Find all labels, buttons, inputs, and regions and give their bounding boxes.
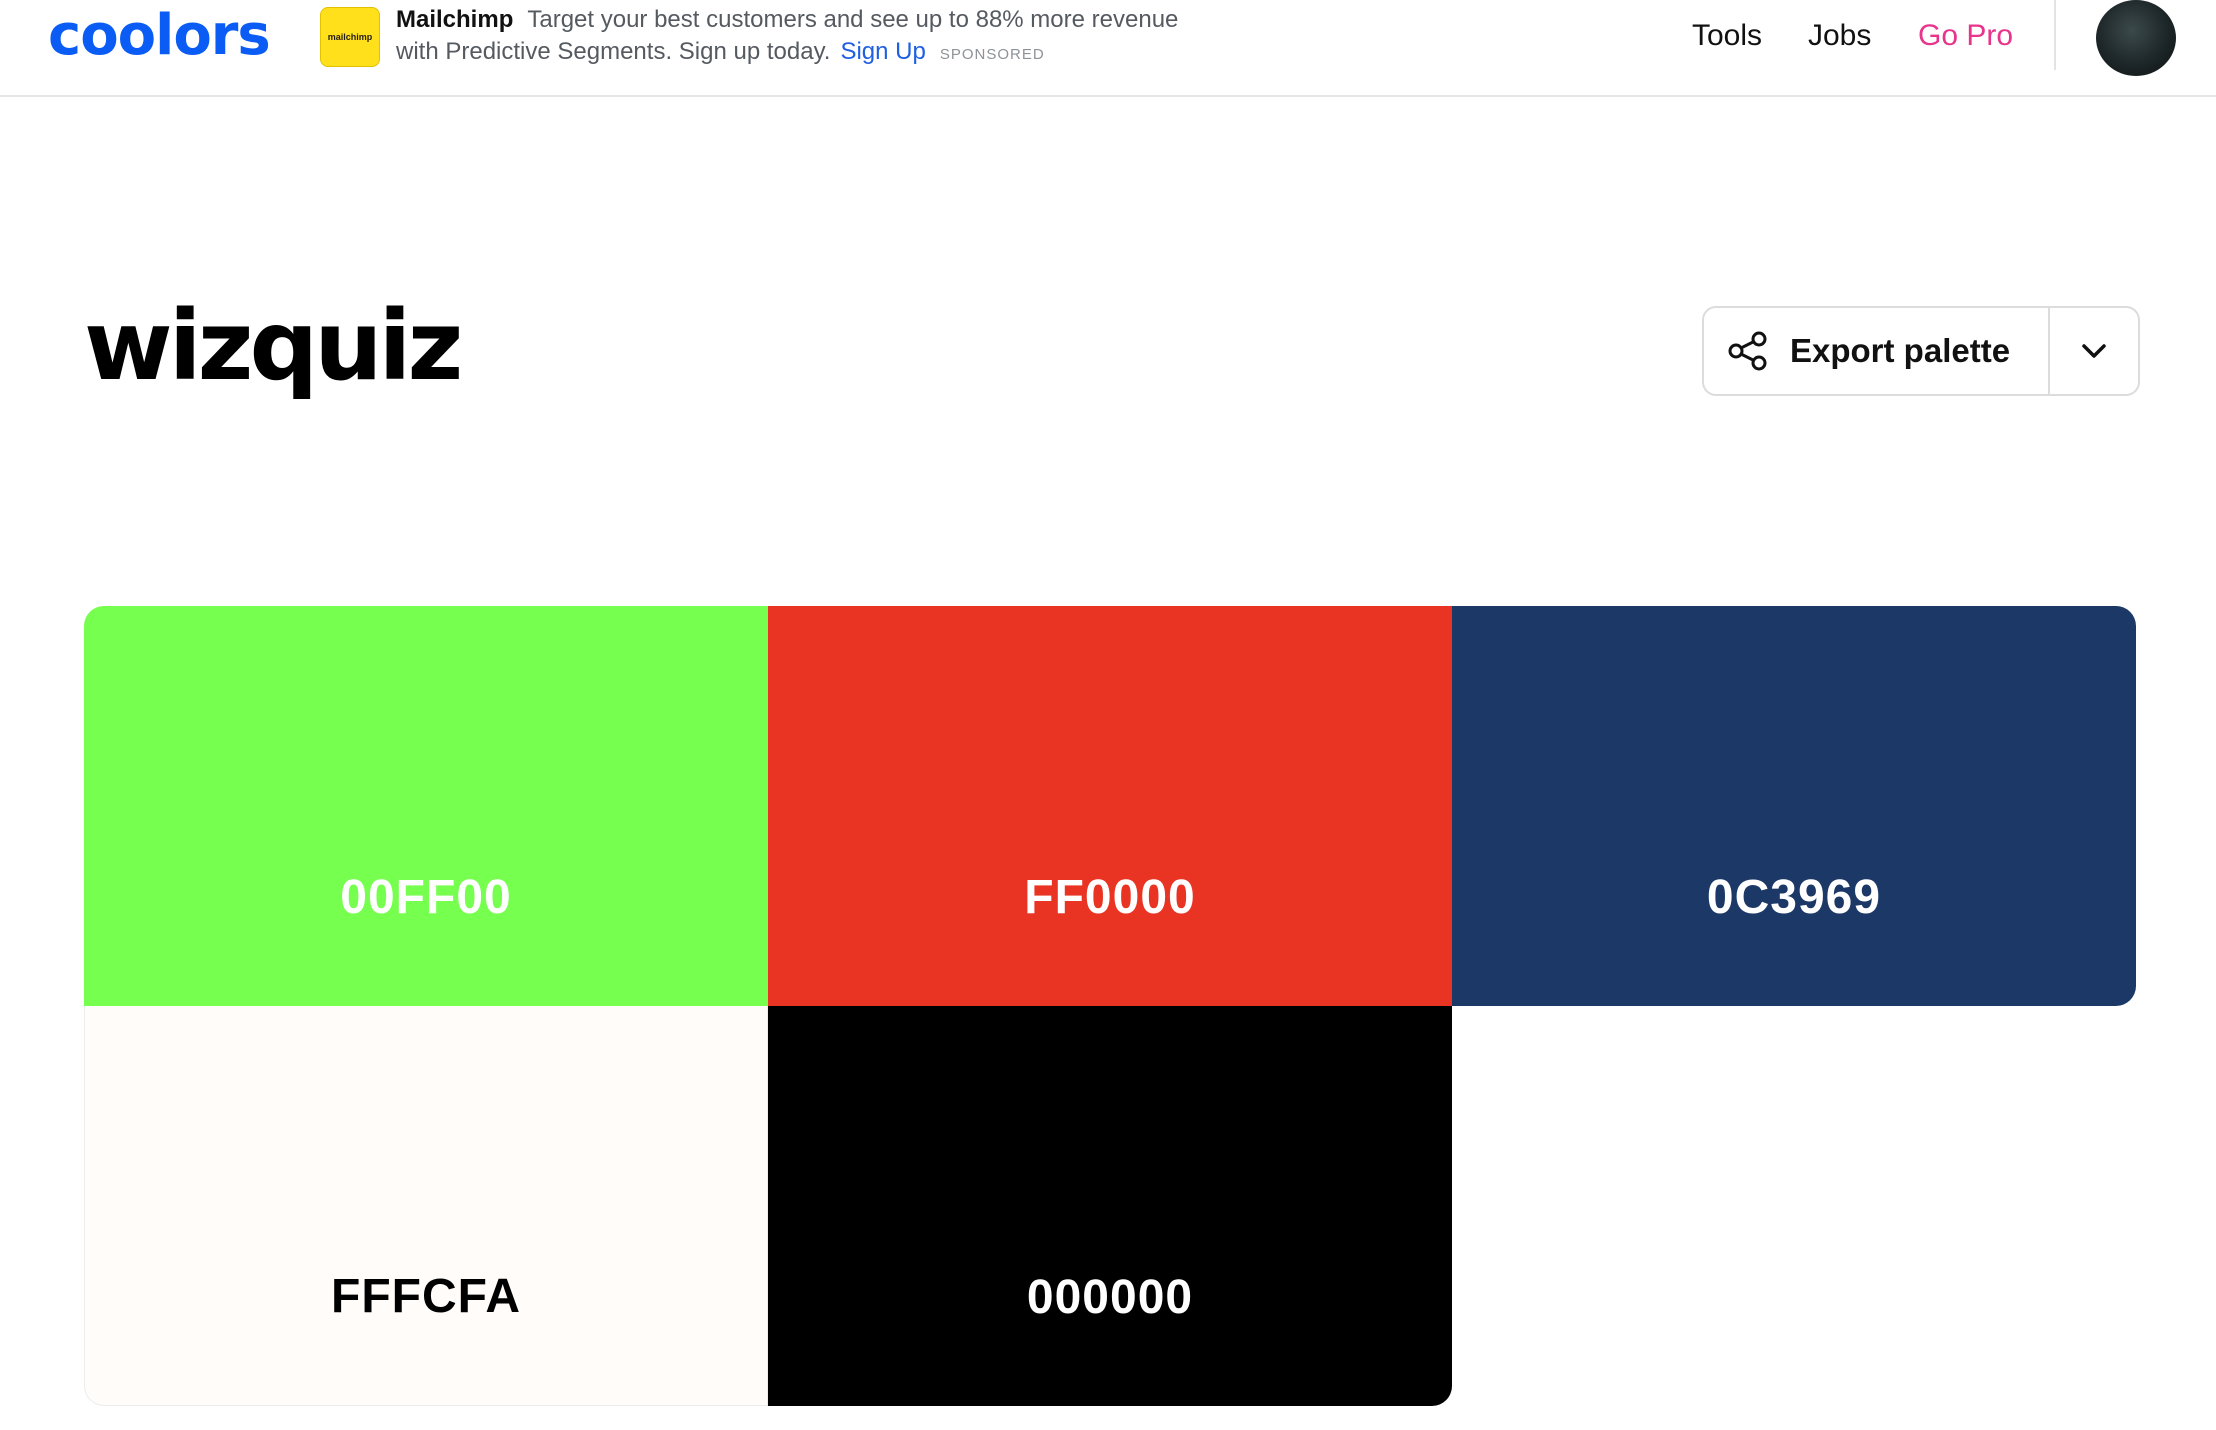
mailchimp-ad-logo[interactable]: mailchimp [320,7,380,67]
color-swatch[interactable]: FF0000 [768,606,1452,1006]
chevron-down-icon [2082,344,2106,358]
export-palette-label: Export palette [1790,332,2011,369]
ad-copy: Target your best customers and see up to… [396,6,1179,65]
nav-tools-link[interactable]: Tools [1692,18,1762,54]
swatch-hex-code[interactable]: 0C3969 [1707,870,1881,926]
export-options-dropdown[interactable] [2050,308,2138,394]
export-palette-group: Export palette [1702,306,2140,396]
ad-brand: Mailchimp [396,6,514,33]
palette-title: wizquiz [84,290,463,402]
color-swatch[interactable]: 00FF00 [84,606,768,1006]
color-swatch[interactable]: 0C3969 [1452,606,2136,1006]
swatch-hex-code[interactable]: FFFCFA [331,1269,521,1325]
color-swatch[interactable]: FFFCFA [84,1006,768,1406]
user-avatar[interactable] [2096,0,2176,76]
ad-sponsored-label: SPONSORED [939,46,1045,63]
nav-divider [2054,0,2056,70]
top-bar: coolors mailchimp Mailchimp Target your b… [0,0,2216,97]
share-icon [1728,331,1767,371]
nav-go-pro-link[interactable]: Go Pro [1918,18,2013,54]
nav-jobs-link[interactable]: Jobs [1808,18,1871,54]
color-swatch[interactable]: 000000 [768,1006,1452,1406]
swatch-hex-code[interactable]: FF0000 [1024,870,1195,926]
swatch-hex-code[interactable]: 000000 [1027,1270,1193,1326]
ad-thumb-text: mailchimp [327,32,373,42]
export-palette-button[interactable]: Export palette [1704,308,2050,394]
sponsored-ad[interactable]: Mailchimp Target your best customers and … [396,4,1216,71]
ad-signup-link[interactable]: Sign Up [840,38,925,65]
swatch-hex-code[interactable]: 00FF00 [340,870,511,926]
coolors-logo[interactable]: coolors [48,8,271,64]
